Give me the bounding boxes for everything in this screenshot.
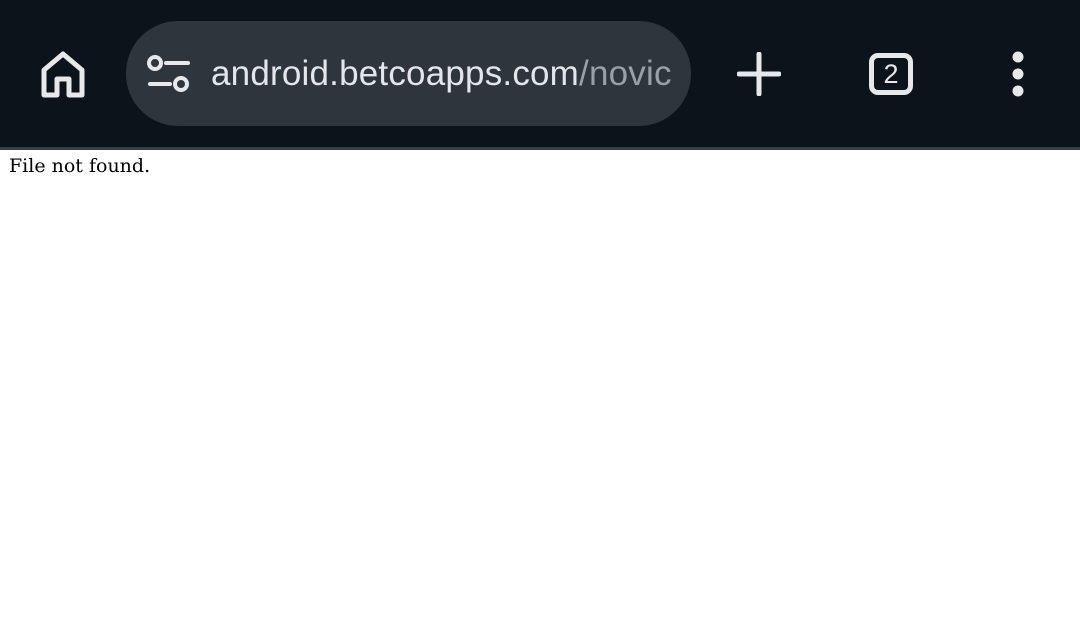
url-text[interactable]: android.betcoapps.com/novic xyxy=(211,21,676,126)
toolbar-divider xyxy=(0,147,1080,150)
plus-icon xyxy=(737,52,781,96)
tab-switcher-button[interactable]: 2 xyxy=(860,44,922,104)
page-body-text: File not found. xyxy=(9,155,151,177)
tune-icon[interactable] xyxy=(146,52,192,96)
home-button[interactable] xyxy=(30,44,96,104)
tab-count: 2 xyxy=(869,53,913,95)
url-host: android.betcoapps.com xyxy=(211,54,580,93)
browser-toolbar: android.betcoapps.com/novic 2 xyxy=(0,0,1080,147)
overflow-menu-button[interactable] xyxy=(990,44,1046,104)
home-icon xyxy=(41,51,85,98)
url-path: /novic xyxy=(579,54,672,93)
address-bar[interactable]: android.betcoapps.com/novic xyxy=(126,21,691,126)
more-vert-icon xyxy=(1012,51,1024,97)
new-tab-button[interactable] xyxy=(728,44,790,104)
